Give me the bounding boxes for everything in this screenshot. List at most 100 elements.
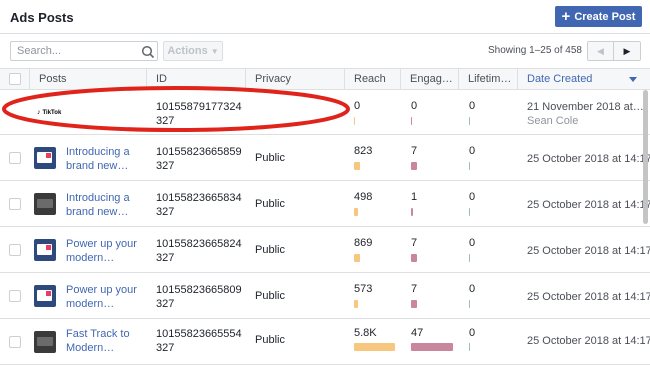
post-author: Sean Cole xyxy=(527,115,579,127)
music-note-icon: ♪ xyxy=(37,109,41,116)
pagination-summary: Showing 1–25 of 458 xyxy=(488,45,582,56)
post-id: 10155823665824 327 xyxy=(156,238,242,264)
post-title-link[interactable]: Power up your modern… xyxy=(66,283,146,311)
lifetime-value: 0 xyxy=(469,237,476,249)
lifetime-value: 0 xyxy=(469,191,476,203)
toolbar: Actions ▼ Showing 1–25 of 458 ◀ ▶ xyxy=(0,34,650,68)
vertical-scrollbar[interactable] xyxy=(643,90,648,224)
lifetime-bar xyxy=(469,162,470,170)
post-thumbnail xyxy=(34,331,56,353)
lifetime-value: 0 xyxy=(469,145,476,157)
post-thumbnail xyxy=(34,285,56,307)
lifetime-bar xyxy=(469,300,470,308)
create-post-button[interactable]: + Create Post xyxy=(555,6,642,27)
caret-down-icon: ▼ xyxy=(210,46,219,56)
lifetime-value: 0 xyxy=(469,327,476,339)
engagement-bar xyxy=(411,300,417,308)
engagement-bar xyxy=(411,117,412,125)
table-row[interactable]: Power up your modern… 10155823665809 327 P… xyxy=(0,274,650,319)
privacy-value: Public xyxy=(255,198,285,210)
engagement-bar xyxy=(411,254,417,262)
create-post-label: Create Post xyxy=(574,10,636,23)
row-checkbox[interactable] xyxy=(9,336,21,348)
engagement-value: 47 xyxy=(411,327,424,339)
reach-bar xyxy=(354,162,360,170)
column-header-engagement[interactable]: Engag… xyxy=(400,69,458,90)
pager: ◀ ▶ xyxy=(587,41,641,61)
date-created: 25 October 2018 at 14:17 xyxy=(527,153,650,165)
date-created: 21 November 2018 at… Sean Cole xyxy=(527,101,644,127)
column-header-lifetime[interactable]: Lifetim… xyxy=(458,69,517,90)
engagement-value: 0 xyxy=(411,100,418,112)
reach-bar xyxy=(354,117,355,125)
row-checkbox[interactable] xyxy=(9,198,21,210)
lifetime-value: 0 xyxy=(469,283,476,295)
lifetime-bar xyxy=(469,117,470,125)
search-input[interactable] xyxy=(17,44,135,58)
privacy-value: Public xyxy=(255,334,285,346)
post-title-link[interactable]: Fast Track to Modern… xyxy=(66,327,146,355)
engagement-value: 7 xyxy=(411,145,418,157)
column-header-id[interactable]: ID xyxy=(146,69,245,90)
engagement-value: 1 xyxy=(411,191,418,203)
reach-bar xyxy=(354,343,395,351)
lifetime-value: 0 xyxy=(469,100,476,112)
reach-bar xyxy=(354,254,360,262)
engagement-value: 7 xyxy=(411,283,418,295)
plus-icon: + xyxy=(561,8,571,25)
engagement-bar xyxy=(411,343,453,351)
post-title-link[interactable]: Introducing a brand new… xyxy=(66,145,146,173)
column-header-posts[interactable]: Posts xyxy=(29,69,146,90)
actions-dropdown[interactable]: Actions ▼ xyxy=(163,41,223,61)
privacy-value: Public xyxy=(255,290,285,302)
reach-value: 573 xyxy=(354,283,373,295)
search-icon[interactable] xyxy=(141,45,155,59)
lifetime-bar xyxy=(469,343,470,351)
date-created: 25 October 2018 at 14:17 xyxy=(527,335,650,347)
reach-value: 498 xyxy=(354,191,373,203)
reach-value: 5.8K xyxy=(354,327,377,339)
row-checkbox[interactable] xyxy=(9,244,21,256)
privacy-value: Public xyxy=(255,244,285,256)
post-id: 10155879177324 327 xyxy=(156,101,242,127)
date-created: 25 October 2018 at 14:17 xyxy=(527,245,650,257)
post-thumbnail xyxy=(34,239,56,261)
post-id: 10155823665834 327 xyxy=(156,192,242,218)
post-id: 10155823665554 327 xyxy=(156,328,242,354)
actions-label: Actions xyxy=(167,45,208,57)
table-row[interactable]: Power up your modern… 10155823665824 327 P… xyxy=(0,228,650,273)
post-title-link[interactable]: Power up your modern… xyxy=(66,237,146,265)
post-id: 10155823665809 327 xyxy=(156,284,242,310)
date-created: 25 October 2018 at 14:17 xyxy=(527,291,650,303)
table-row[interactable]: Introducing a brand new… 10155823665859 32… xyxy=(0,136,650,181)
reach-bar xyxy=(354,208,358,216)
table-row[interactable]: Fast Track to Modern… 10155823665554 327 P… xyxy=(0,320,650,365)
post-title-link[interactable]: Introducing a brand new… xyxy=(66,191,146,219)
column-header-privacy[interactable]: Privacy xyxy=(245,69,344,90)
search-box xyxy=(10,41,158,61)
reach-value: 0 xyxy=(354,100,361,112)
reach-bar xyxy=(354,300,358,308)
reach-value: 869 xyxy=(354,237,373,249)
chevron-right-icon[interactable]: ▶ xyxy=(614,42,640,60)
engagement-bar xyxy=(411,162,417,170)
table-row[interactable]: ♪ TikTok 10155879177324 327 0 0 0 21 Nove… xyxy=(0,90,650,135)
page-header: Ads Posts + Create Post xyxy=(0,0,650,34)
page-title: Ads Posts xyxy=(10,10,74,25)
column-header-reach[interactable]: Reach xyxy=(344,69,400,90)
chevron-left-icon[interactable]: ◀ xyxy=(588,42,615,60)
tiktok-logo: ♪ TikTok xyxy=(37,109,62,116)
select-all-checkbox[interactable] xyxy=(9,73,21,85)
table-header: Posts ID Privacy Reach Engag… Lifetim… D… xyxy=(0,68,650,90)
lifetime-bar xyxy=(469,254,470,262)
sort-descending-icon[interactable] xyxy=(629,77,637,82)
post-id: 10155823665859 327 xyxy=(156,146,242,172)
select-all-cell xyxy=(0,69,29,90)
row-checkbox[interactable] xyxy=(9,290,21,302)
privacy-value: Public xyxy=(255,152,285,164)
row-checkbox[interactable] xyxy=(9,152,21,164)
lifetime-bar xyxy=(469,208,470,216)
date-created: 25 October 2018 at 14:17 xyxy=(527,199,650,211)
engagement-value: 7 xyxy=(411,237,418,249)
table-row[interactable]: Introducing a brand new… 10155823665834 32… xyxy=(0,182,650,227)
